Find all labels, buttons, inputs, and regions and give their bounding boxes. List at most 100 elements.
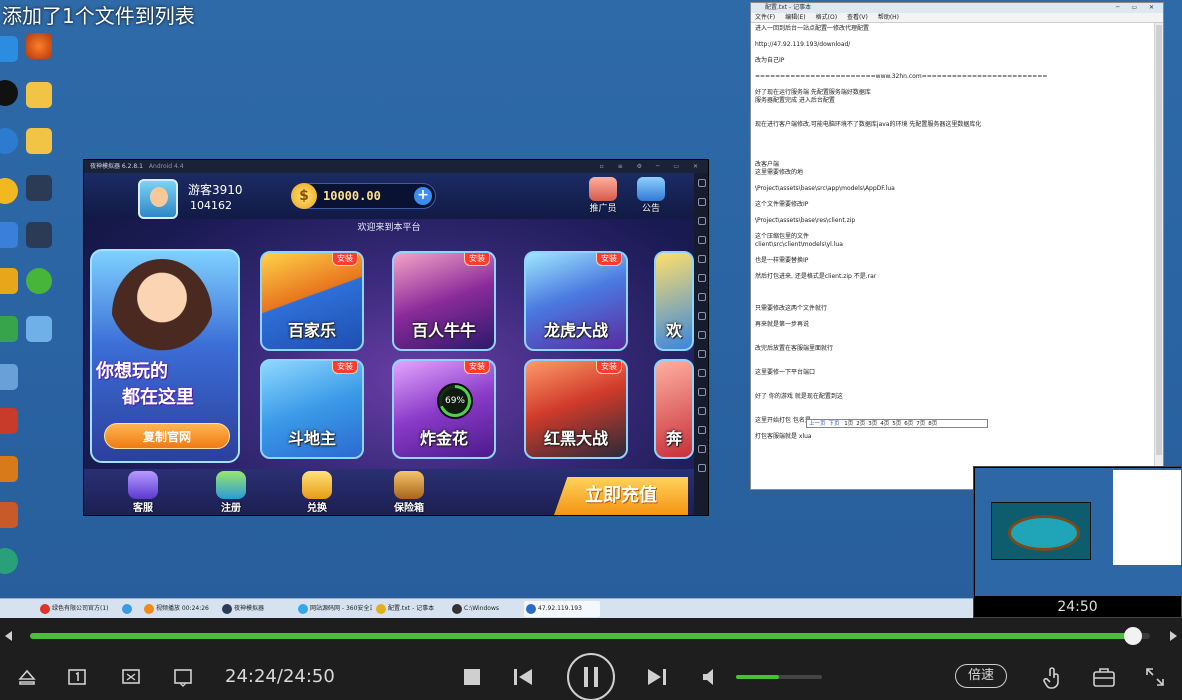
sidebar-tool-icon[interactable]	[698, 274, 706, 282]
taskbar-item[interactable]: 夜神模拟器	[220, 601, 294, 617]
sidebar-tool-icon[interactable]	[698, 369, 706, 377]
safe-button[interactable]: 保险箱	[386, 471, 432, 514]
playlist-one-icon[interactable]	[66, 666, 88, 688]
desktop-icon[interactable]	[26, 268, 52, 294]
game-screen[interactable]: 游客3910 104162 $ 10000.00 + 推广员 公告 欢迎来到本平…	[84, 173, 694, 515]
promo-banner[interactable]: 你想玩的 都在这里 复制官网	[90, 249, 240, 463]
desktop-icon[interactable]	[0, 268, 18, 294]
pager-page[interactable]: 1页	[844, 421, 853, 427]
taskbar-item[interactable]: 视频播放 00:24:26	[142, 601, 216, 617]
game-tile-dragon-tiger[interactable]: 安装 龙虎大战	[524, 251, 628, 351]
volume-icon[interactable]	[700, 666, 722, 688]
game-tile-partial[interactable]: 欢	[654, 251, 694, 351]
volume-slider[interactable]	[736, 675, 822, 679]
game-tile-baccarat[interactable]: 安装 百家乐	[260, 251, 364, 351]
progress-bar[interactable]	[30, 627, 1150, 645]
subtitle-icon[interactable]	[172, 666, 194, 688]
sidebar-tool-icon[interactable]	[698, 350, 706, 358]
sidebar-tool-icon[interactable]	[698, 293, 706, 301]
ime-candidate-pager[interactable]: 上一页 下页 1页 2页 3页 4页 5页 6页 7页 8页	[806, 419, 988, 428]
screenshot-icon[interactable]	[120, 666, 142, 688]
sidebar-tool-icon[interactable]	[698, 426, 706, 434]
sidebar-tool-icon[interactable]	[698, 198, 706, 206]
pager-page[interactable]: 3页	[868, 421, 877, 427]
promoter-button[interactable]: 推广员	[584, 177, 622, 217]
sidebar-tool-icon[interactable]	[698, 255, 706, 263]
service-button[interactable]: 客服	[120, 471, 166, 514]
window-controls[interactable]: ─ ▭ ✕	[1116, 3, 1159, 13]
pager-page[interactable]: 2页	[856, 421, 865, 427]
taskbar-item[interactable]: 网站源码网 - 360安全浏览器	[296, 601, 372, 617]
game-tile-zhajinhua[interactable]: 安装 69% 炸金花	[392, 359, 496, 459]
hand-tool-icon[interactable]	[1042, 666, 1064, 690]
sidebar-tool-icon[interactable]	[698, 312, 706, 320]
desktop-icon[interactable]	[0, 36, 18, 62]
nox-icon[interactable]	[26, 175, 52, 201]
stop-icon[interactable]	[462, 667, 482, 687]
avatar[interactable]	[138, 179, 178, 219]
rewind-edge-icon[interactable]	[2, 628, 18, 644]
add-coins-button[interactable]: +	[414, 187, 432, 205]
taskbar-item[interactable]: C:\Windows	[450, 601, 522, 617]
game-tile-niuniu[interactable]: 安装 百人牛牛	[392, 251, 496, 351]
taskbar-item[interactable]	[120, 601, 140, 617]
toolbox-icon[interactable]	[1092, 666, 1116, 688]
notepad-window[interactable]: 配置.txt - 记事本 ─ ▭ ✕ 文件(F) 编辑(E) 格式(O) 查看(V) 帮…	[750, 2, 1164, 490]
desktop-icon[interactable]	[0, 364, 18, 390]
preview-thumbnail[interactable]: 24:50	[973, 466, 1182, 618]
notepad-scrollbar[interactable]	[1154, 23, 1163, 489]
copy-url-button[interactable]: 复制官网	[104, 423, 230, 449]
desktop-icon[interactable]	[0, 178, 18, 204]
sidebar-tool-icon[interactable]	[698, 464, 706, 472]
desktop-icon[interactable]	[0, 222, 18, 248]
pause-icon[interactable]	[566, 652, 616, 700]
desktop-icon[interactable]	[26, 316, 52, 342]
sidebar-tool-icon[interactable]	[698, 331, 706, 339]
previous-icon[interactable]	[512, 667, 534, 687]
pager-page[interactable]: 8页	[928, 421, 937, 427]
sidebar-tool-icon[interactable]	[698, 179, 706, 187]
next-icon[interactable]	[646, 667, 668, 687]
taskbar-item[interactable]: 47.92.119.193	[524, 601, 600, 617]
game-tile-landlord[interactable]: 安装 斗地主	[260, 359, 364, 459]
notepad-menu-item[interactable]: 格式(O)	[816, 14, 837, 21]
pager-page[interactable]: 4页	[880, 421, 889, 427]
forward-edge-icon[interactable]	[1164, 628, 1180, 644]
game-tile-red-black[interactable]: 安装 红黑大战	[524, 359, 628, 459]
register-button[interactable]: 注册	[208, 471, 254, 514]
notepad-menu-item[interactable]: 编辑(E)	[785, 14, 805, 21]
desktop-icon[interactable]	[0, 548, 18, 574]
game-tile-partial[interactable]: 奔	[654, 359, 694, 459]
progress-handle[interactable]	[1124, 627, 1143, 645]
emulator-window[interactable]: 夜神模拟器 6.2.8.1 Android 4.4 ▫ ≡ ⚙ ─ ▭ ✕ 游客3…	[83, 159, 709, 516]
pager-prev[interactable]: 下页	[829, 421, 840, 427]
pager-page[interactable]: 7页	[916, 421, 925, 427]
speed-button[interactable]: 倍速	[955, 664, 1007, 688]
qq-icon[interactable]	[0, 80, 18, 106]
sidebar-tool-icon[interactable]	[698, 407, 706, 415]
notepad-menu-item[interactable]: 查看(V)	[847, 14, 868, 21]
sidebar-tool-icon[interactable]	[698, 388, 706, 396]
folder-icon[interactable]	[26, 128, 52, 154]
desktop-icon[interactable]	[0, 128, 18, 154]
taskbar-item[interactable]: 配置.txt - 记事本	[374, 601, 446, 617]
notepad-titlebar[interactable]: 配置.txt - 记事本 ─ ▭ ✕	[751, 3, 1163, 13]
taskbar-item[interactable]: 绿色有限公司官方(1)	[38, 601, 118, 617]
desktop-icon[interactable]	[26, 33, 52, 59]
sidebar-tool-icon[interactable]	[698, 217, 706, 225]
sidebar-tool-icon[interactable]	[698, 445, 706, 453]
pager-up[interactable]: 上一页	[809, 421, 826, 427]
notepad-menu-item[interactable]: 文件(F)	[755, 14, 775, 21]
folder-icon[interactable]	[26, 82, 52, 108]
notepad-menu-item[interactable]: 帮助(H)	[878, 14, 899, 21]
desktop-icon[interactable]	[0, 408, 18, 434]
fullscreen-icon[interactable]	[1144, 666, 1166, 688]
sidebar-tool-icon[interactable]	[698, 236, 706, 244]
exchange-button[interactable]: 兑换	[294, 471, 340, 514]
desktop-icon[interactable]	[0, 316, 18, 342]
scrollbar-thumb[interactable]	[1156, 25, 1162, 455]
notice-button[interactable]: 公告	[632, 177, 670, 217]
pager-page[interactable]: 6页	[904, 421, 913, 427]
eject-icon[interactable]	[16, 666, 38, 688]
desktop-icon[interactable]	[0, 456, 18, 482]
